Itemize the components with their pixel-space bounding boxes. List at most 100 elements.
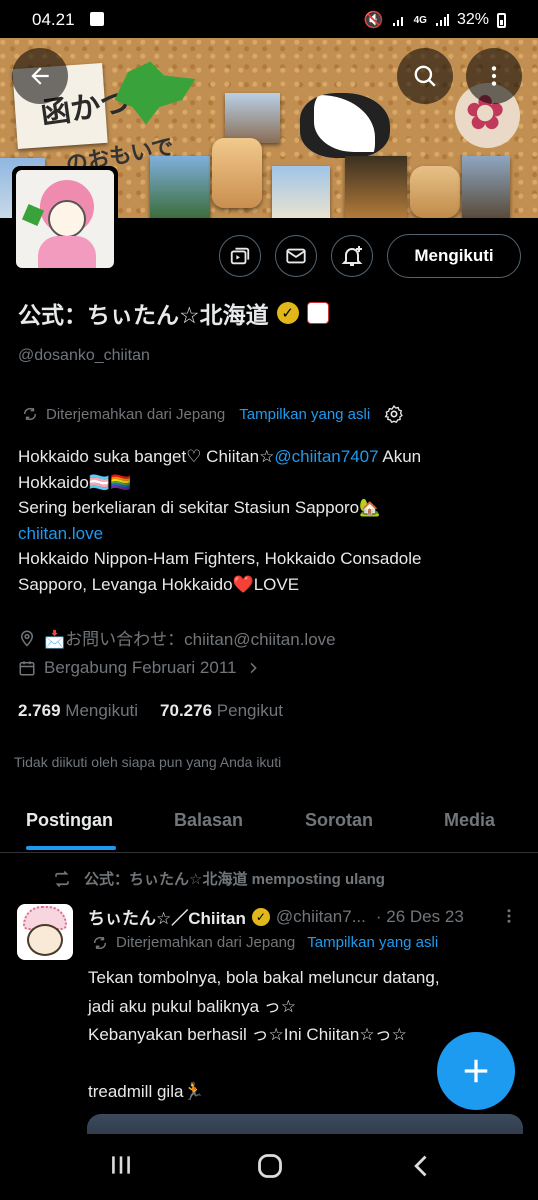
- repost-label: 公式：ちぃたん☆北海道 memposting ulang: [84, 871, 385, 888]
- not-followed-note: Tidak diikuti oleh siapa pun yang Anda i…: [14, 754, 282, 770]
- post-more-button[interactable]: [500, 906, 518, 931]
- more-vertical-icon: [491, 66, 497, 86]
- status-icons: 🔇 4G 32%: [364, 10, 506, 30]
- banner-photo-street: [462, 156, 510, 218]
- repost-icon: [55, 870, 69, 887]
- profile-name: 公式：ちぃたん☆北海道: [18, 302, 269, 328]
- tab-media[interactable]: Media: [444, 810, 495, 831]
- post-author-avatar[interactable]: [17, 904, 73, 960]
- post-translation-row: Diterjemahkan dari Jepang Tampilkan yang…: [92, 934, 438, 951]
- show-original-link[interactable]: Tampilkan yang asli: [239, 406, 370, 423]
- banner-mascot-2: [410, 166, 460, 218]
- bio-mention-link[interactable]: @chiitan7407: [274, 447, 378, 466]
- home-button[interactable]: [256, 1152, 284, 1185]
- subscriptions-icon: [230, 247, 250, 265]
- search-icon: [414, 65, 436, 87]
- recent-apps-icon: [112, 1156, 130, 1174]
- battery-percent: 32%: [456, 11, 489, 28]
- translated-from-label: Diterjemahkan dari Jepang: [46, 405, 226, 423]
- battery-icon: [497, 12, 506, 28]
- system-navigation-bar: [0, 1134, 538, 1200]
- tab-sorotan[interactable]: Sorotan: [305, 810, 373, 831]
- banner-photo-snow: [272, 166, 330, 218]
- post-header: ちぃたん☆／Chiitan ✓ @chiitan7... · 26 Des 23: [88, 904, 464, 929]
- tab-postingan[interactable]: Postingan: [26, 810, 113, 831]
- message-button[interactable]: [275, 235, 317, 277]
- profile-joined[interactable]: Bergabung Februari 2011: [18, 658, 261, 678]
- avatar-face: [48, 200, 86, 238]
- following-count: 2.769: [18, 701, 61, 720]
- profile-handle: @dosanko_chiitan: [18, 347, 150, 364]
- signal-icon: [392, 17, 403, 26]
- profile-location: 📩お問い合わせ：chiitan@chiitan.love: [18, 625, 336, 650]
- bio-website-link[interactable]: chiitan.love: [18, 521, 523, 547]
- show-original-link[interactable]: Tampilkan yang asli: [307, 934, 438, 951]
- followers-count-link[interactable]: 70.276 Pengikut: [160, 701, 283, 721]
- envelope-icon: [286, 248, 306, 264]
- location-text: 📩お問い合わせ：chiitan@chiitan.love: [44, 630, 336, 649]
- following-button[interactable]: Mengikuti: [387, 234, 521, 278]
- post-author-handle[interactable]: @chiitan7...: [276, 907, 366, 927]
- status-bar: 04.21 🔇 4G 32%: [0, 0, 538, 40]
- profile-tabs: Postingan Balasan Sorotan Media: [0, 800, 538, 853]
- post-text-line: Tekan tombolnya, bola bakal meluncur dat…: [88, 968, 440, 987]
- banner-photo-shop: [345, 156, 407, 218]
- mute-icon: 🔇: [363, 12, 384, 29]
- back-chevron-icon: [414, 1155, 427, 1177]
- verified-badge-icon: ✓: [251, 907, 270, 926]
- banner-photo-clocktower: [225, 93, 280, 143]
- translate-icon: [23, 407, 37, 421]
- system-back-button[interactable]: [408, 1152, 436, 1185]
- banner-mascot-art: [212, 138, 262, 208]
- bio-text: Hokkaido suka banget♡ Chiitan☆: [18, 447, 275, 466]
- compose-button[interactable]: [437, 1032, 515, 1110]
- bio-line: Sering berkeliaran di sekitar Stasiun Sa…: [18, 498, 381, 517]
- bio-line: Hokkaido🏳️‍⚧️🏳️‍🌈: [18, 472, 132, 492]
- back-button[interactable]: [12, 48, 68, 104]
- recent-apps-button[interactable]: [108, 1152, 134, 1183]
- more-vertical-icon: [507, 909, 511, 923]
- avatar-image: [16, 170, 114, 268]
- avatar-body: [38, 236, 96, 268]
- followers-count: 70.276: [160, 701, 213, 720]
- notifications-button[interactable]: [331, 235, 373, 277]
- search-button[interactable]: [397, 48, 453, 104]
- tab-balasan[interactable]: Balasan: [174, 810, 243, 831]
- affiliate-badge-icon[interactable]: [306, 302, 329, 324]
- followers-label: Pengikut: [216, 701, 283, 720]
- calendar-icon: [19, 661, 35, 676]
- following-label: Mengikuti: [65, 701, 139, 720]
- arrow-left-icon: [31, 67, 49, 85]
- profile-bio: Hokkaido suka banget♡ Chiitan☆@chiitan74…: [18, 444, 523, 597]
- bio-line: Hokkaido Nippon-Ham Fighters, Hokkaido C…: [18, 549, 422, 568]
- network-type: 4G: [413, 14, 427, 26]
- more-options-button[interactable]: [466, 48, 522, 104]
- post-date[interactable]: · 26 Des 23: [376, 907, 464, 927]
- profile-name-row: 公式：ちぃたん☆北海道 ✓: [18, 296, 329, 330]
- bell-plus-icon: [341, 246, 363, 266]
- verified-badge-icon[interactable]: ✓: [276, 302, 299, 324]
- chevron-right-icon: [249, 662, 257, 674]
- profile-avatar[interactable]: [12, 166, 118, 272]
- notification-icon: [90, 12, 104, 26]
- translated-from-label: Diterjemahkan dari Jepang: [116, 934, 296, 951]
- gear-icon[interactable]: [384, 404, 404, 424]
- avatar-face: [27, 924, 63, 956]
- joined-text: Bergabung Februari 2011: [44, 658, 237, 677]
- plus-icon: [464, 1059, 488, 1083]
- post-author-name[interactable]: ちぃたん☆／Chiitan: [88, 904, 246, 929]
- follow-counts: 2.769 Mengikuti 70.276 Pengikut: [18, 701, 283, 721]
- home-icon: [258, 1154, 282, 1178]
- signal-icon-2: [435, 14, 449, 26]
- bio-line: Sapporo, Levanga Hokkaido❤️LOVE: [18, 574, 300, 594]
- bio-translation-row: Diterjemahkan dari Jepang Tampilkan yang…: [22, 404, 404, 424]
- banner-photo-tree: [150, 156, 210, 218]
- status-time: 04.21: [32, 10, 75, 29]
- subscribe-button[interactable]: [219, 235, 261, 277]
- translate-icon: [93, 936, 107, 949]
- repost-indicator[interactable]: 公式：ちぃたん☆北海道 memposting ulang: [52, 868, 385, 889]
- cow-art: [300, 93, 390, 158]
- bio-text: Akun: [378, 447, 422, 466]
- following-count-link[interactable]: 2.769 Mengikuti: [18, 701, 138, 721]
- post-text-line: jadi aku pukul baliknya っ☆: [88, 996, 297, 1016]
